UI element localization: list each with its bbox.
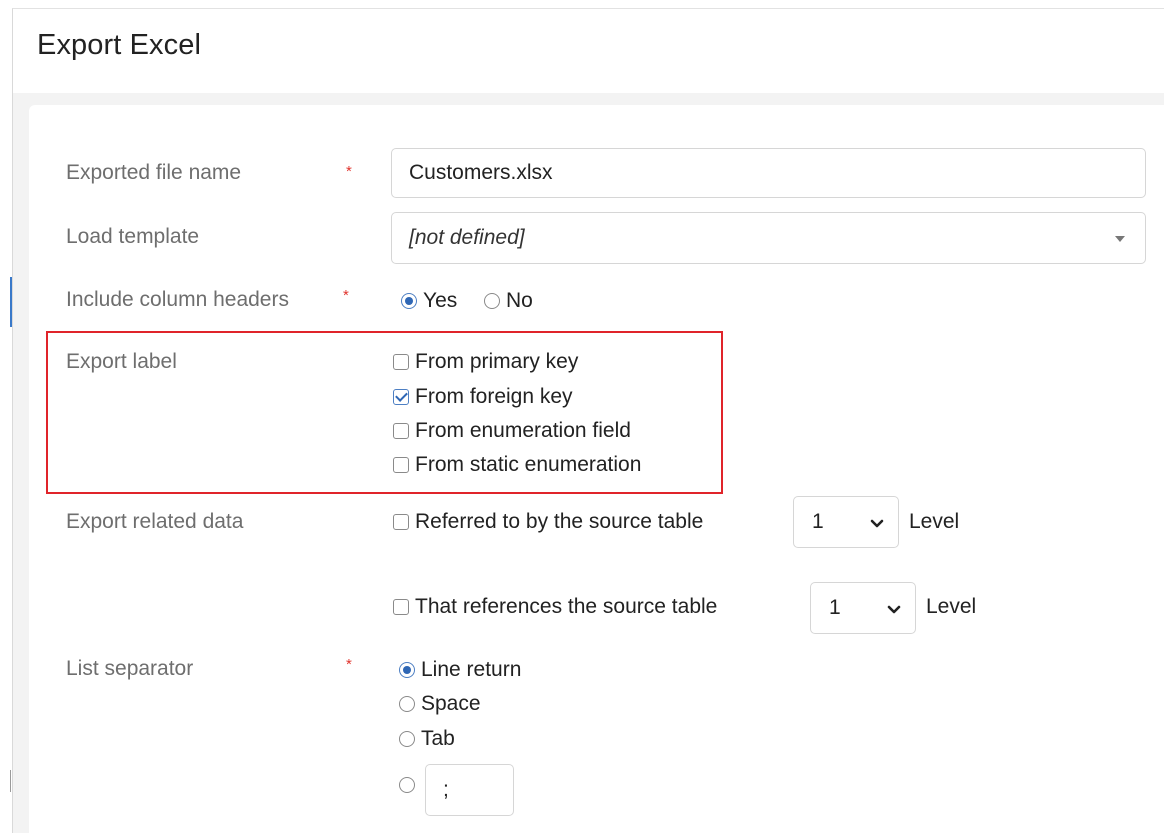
references-level-label: Level [926,595,977,618]
dialog-title: Export Excel [37,29,201,61]
column-headers-label: Include column headers [66,288,289,311]
references-level-select[interactable]: 1 [810,582,916,634]
references-label: That references the source table [415,595,718,618]
referred-by-level-label: Level [909,510,960,533]
checkbox-unchecked-icon [393,514,409,530]
file-name-input[interactable]: Customers.xlsx [391,148,1146,198]
dropdown-arrow-icon [1115,236,1125,242]
line-return-label: Line return [421,658,522,681]
export-label-static-enumeration-checkbox[interactable]: From static enumeration [393,453,641,477]
export-label-enumeration-field-checkbox[interactable]: From enumeration field [393,419,631,443]
radio-unchecked-icon [399,731,415,747]
checkbox-checked-icon [393,389,409,405]
referred-by-level-select[interactable]: 1 [793,496,899,548]
left-edge-accent [10,277,12,327]
export-form: Exported file name * Customers.xlsx Load… [29,105,1164,833]
required-marker: * [343,287,349,304]
checkbox-unchecked-icon [393,354,409,370]
list-separator-label: List separator [66,657,194,680]
headers-no-radio[interactable]: No [484,289,533,313]
space-label: Space [421,692,481,715]
tab-label: Tab [421,727,455,750]
checkbox-unchecked-icon [393,599,409,615]
dialog-header: Export Excel [13,9,1164,93]
radio-checked-icon [401,293,417,309]
referred-by-checkbox[interactable]: Referred to by the source table [393,510,703,534]
checkbox-unchecked-icon [393,423,409,439]
separator-space-radio[interactable]: Space [399,692,481,716]
headers-no-label: No [506,289,533,312]
chevron-down-icon [870,519,884,528]
references-level-value: 1 [829,596,841,619]
separator-line-return-radio[interactable]: Line return [399,658,521,682]
load-template-label: Load template [66,225,200,248]
related-data-label: Export related data [66,510,244,533]
export-label-foreign-key-checkbox[interactable]: From foreign key [393,385,573,409]
radio-checked-icon [399,662,415,678]
references-checkbox[interactable]: That references the source table [393,595,717,619]
radio-unchecked-icon [399,696,415,712]
radio-unchecked-icon [484,293,500,309]
chevron-down-icon [887,605,901,614]
required-marker: * [346,656,352,673]
export-label-primary-key-checkbox[interactable]: From primary key [393,350,578,374]
foreign-key-label: From foreign key [415,385,573,408]
export-label-label: Export label [66,350,177,373]
required-marker: * [346,163,352,180]
custom-separator-value: ; [443,778,449,801]
load-template-select[interactable]: [not defined] [391,212,1146,264]
file-name-value: Customers.xlsx [409,161,553,184]
static-enumeration-label: From static enumeration [415,453,642,476]
checkbox-unchecked-icon [393,457,409,473]
referred-by-level-value: 1 [812,510,824,533]
referred-by-label: Referred to by the source table [415,510,704,533]
file-name-label: Exported file name [66,161,242,184]
primary-key-label: From primary key [415,350,579,373]
left-edge-tick [10,770,11,792]
enumeration-field-label: From enumeration field [415,419,631,442]
load-template-value: [not defined] [409,226,525,249]
separator-tab-radio[interactable]: Tab [399,727,455,751]
headers-yes-label: Yes [423,289,458,312]
custom-separator-input[interactable]: ; [425,764,514,816]
separator-custom-radio[interactable] [399,777,421,793]
radio-unchecked-icon [399,777,415,793]
headers-yes-radio[interactable]: Yes [401,289,457,313]
export-excel-window: Export Excel Exported file name * Custom… [12,8,1164,833]
